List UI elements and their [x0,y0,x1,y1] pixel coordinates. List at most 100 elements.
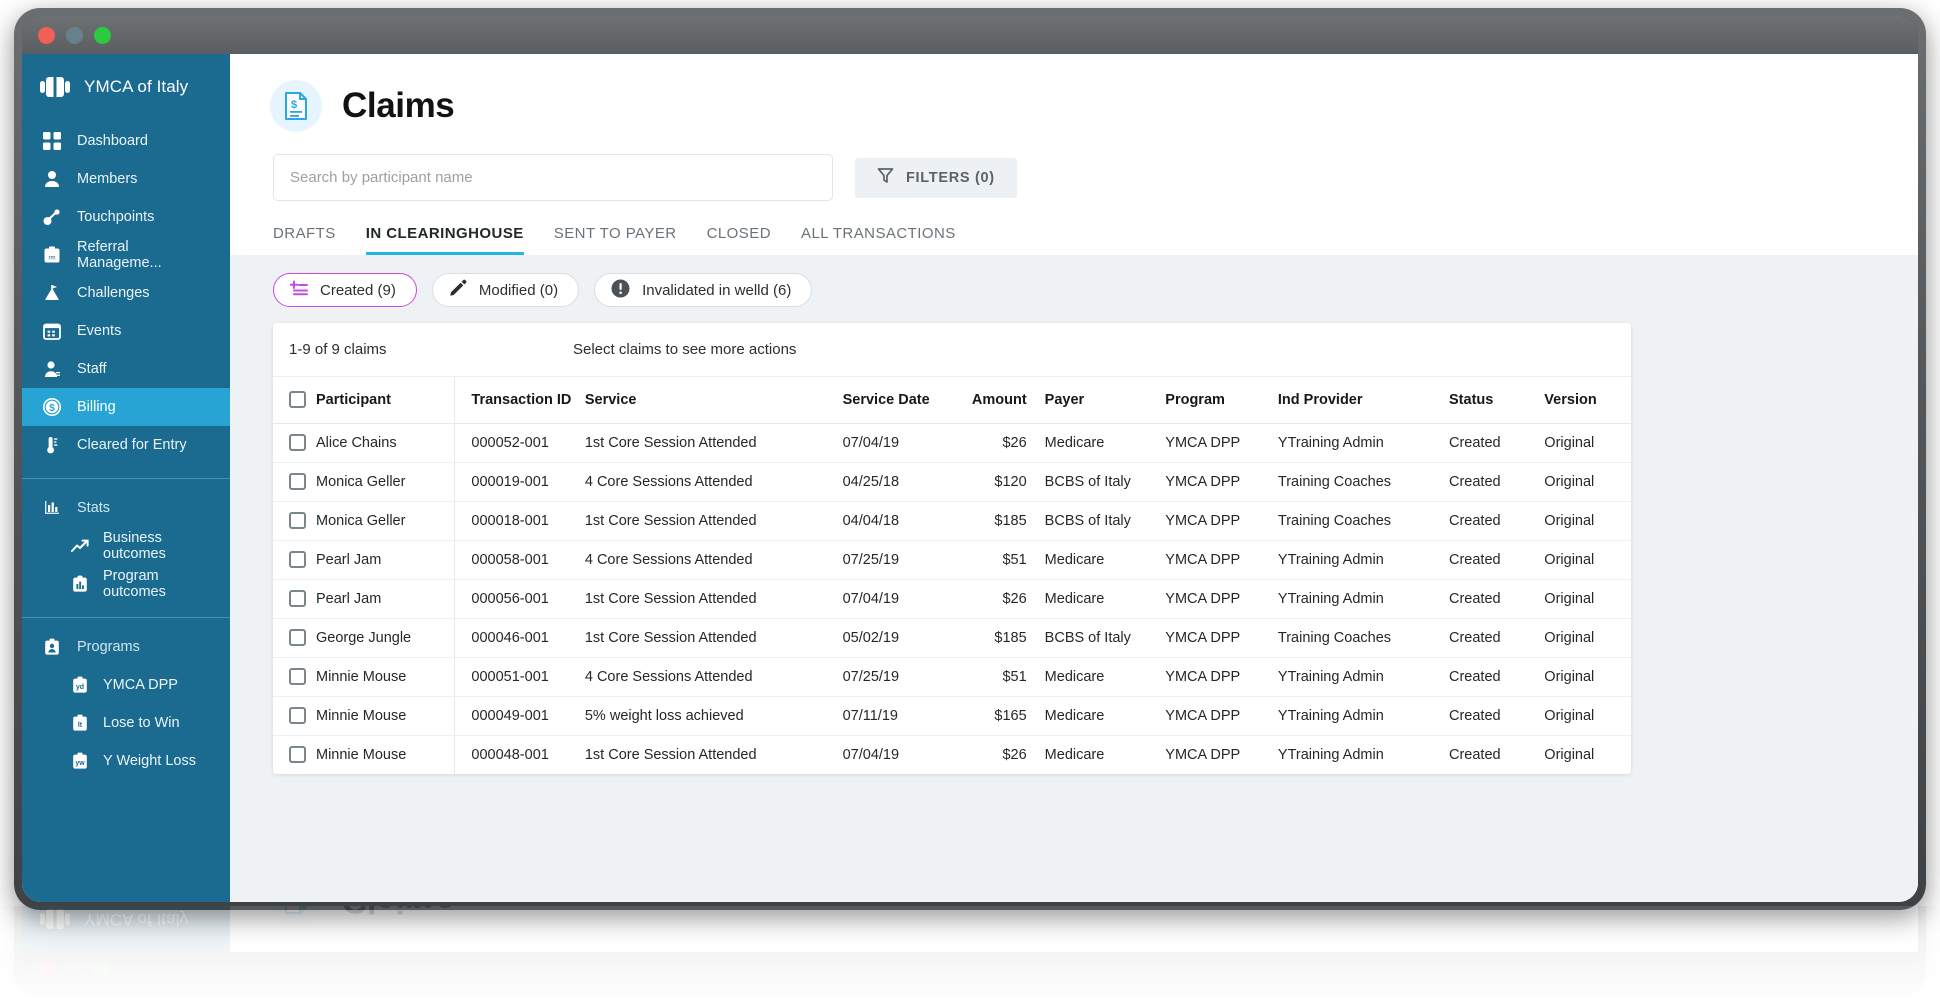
clipboard-rm-icon: rm [42,245,62,265]
column-payer[interactable]: Payer [1026,377,1166,424]
sidebar-item-programs[interactable]: Programs [22,628,230,666]
zoom-window-button[interactable] [94,26,111,44]
sidebar-brand[interactable]: YMCA of Italy [22,54,230,122]
cell-version: Original [1544,540,1631,580]
row-select-checkbox[interactable] [289,434,306,451]
sidebar-item-staff[interactable]: Staff [22,350,230,388]
window-reflection: YMCA of Italy Dashboard [0,906,1940,1006]
chip-label: Invalidated in welld (6) [642,281,792,299]
cell-ind-provider: YTraining Admin [1277,423,1449,463]
table-row[interactable]: Minnie Mouse 000049-001 5% weight loss ach… [273,696,1631,736]
filters-button[interactable]: FILTERS (0) [855,157,1017,198]
sidebar-item-cleared-for-entry[interactable]: Cleared for Entry [22,426,230,464]
app-viewport: YMCA of Italy Dashboard [22,54,1918,902]
claims-table-toolbar: 1-9 of 9 claims Select claims to see mor… [273,323,1631,377]
table-row[interactable]: Alice Chains 000052-001 1st Core Session A… [273,423,1631,463]
claims-table: Participant Transaction ID Service Servi… [273,377,1631,774]
column-transaction-id[interactable]: Transaction ID [454,377,585,424]
column-service-date[interactable]: Service Date [842,377,954,424]
sidebar-item-touchpoints[interactable]: Touchpoints [22,198,230,236]
sidebar-item-members[interactable]: Members [22,160,230,198]
tab-closed[interactable]: CLOSED [707,225,771,255]
cell-payer: Medicare [1026,540,1166,580]
sidebar-item-label: Challenges [77,285,150,301]
table-row[interactable]: Pearl Jam 000056-001 1st Core Session Atte… [273,579,1631,619]
row-select-checkbox[interactable] [289,551,306,568]
tab-all-transactions[interactable]: ALL TRANSACTIONS [801,225,956,255]
cell-version: Original [1544,501,1631,541]
status-chip-group: Created (9) Modified (0) Invalidated in … [230,255,1918,307]
search-row: FILTERS (0) [230,132,1918,201]
cell-version: Original [1544,657,1631,697]
column-program[interactable]: Program [1165,377,1278,424]
sidebar-item-billing[interactable]: $ Billing [22,388,230,426]
participant-name: Alice Chains [316,434,397,451]
sidebar-item-label: Y Weight Loss [103,753,196,769]
cell-service: 5% weight loss achieved [584,696,843,736]
sidebar-item-stats[interactable]: Stats [22,489,230,527]
row-select-checkbox[interactable] [289,668,306,685]
close-window-button[interactable] [38,26,55,44]
cell-amount: $26 [953,579,1027,619]
column-ind-provider[interactable]: Ind Provider [1277,377,1449,424]
row-select-checkbox[interactable] [289,629,306,646]
row-select-checkbox[interactable] [289,746,306,764]
participant-name: Monica Geller [316,512,406,529]
minimize-window-button [66,962,83,980]
tab-sent-to-payer[interactable]: SENT TO PAYER [554,225,677,255]
page-header: $ Claims [230,54,1918,255]
column-amount[interactable]: Amount [953,377,1027,424]
chip-created[interactable]: Created (9) [273,273,417,307]
cell-service-date: 07/04/19 [842,579,954,619]
cell-status: Created [1449,423,1545,463]
cell-status: Created [1449,618,1545,658]
page-title: Claims [342,906,454,920]
table-row[interactable]: Monica Geller 000019-001 4 Core Sessions A… [273,462,1631,502]
sidebar-item-dashboard[interactable]: Dashboard [22,122,230,160]
sidebar-item-challenges[interactable]: Challenges [22,274,230,312]
column-version[interactable]: Version [1544,377,1631,424]
sidebar-item-business-outcomes[interactable]: Business outcomes [22,527,230,565]
cell-program: YMCA DPP [1165,462,1278,502]
sidebar-item-events[interactable]: Events [22,312,230,350]
table-row[interactable]: Monica Geller 000018-001 1st Core Session … [273,501,1631,541]
row-select-checkbox[interactable] [289,512,306,529]
ymca-logo-icon [40,76,70,98]
sidebar-item-label: Touchpoints [77,209,155,225]
funnel-icon [877,167,894,188]
table-row[interactable]: Pearl Jam 000058-001 4 Core Sessions Atten… [273,540,1631,580]
column-service[interactable]: Service [584,377,843,424]
window-reflection-copy: YMCA of Italy Dashboard [0,906,1940,1006]
page-title-row: $ Claims [230,80,1918,132]
sidebar-brand-label: YMCA of Italy [84,77,189,96]
sidebar-item-referral-management[interactable]: rm Referral Manageme... [22,236,230,274]
window-titlebar [22,16,1918,54]
select-all-checkbox[interactable] [289,391,306,409]
tab-in-clearinghouse[interactable]: IN CLEARINGHOUSE [365,225,524,255]
cell-ind-provider: YTraining Admin [1277,657,1449,697]
cell-program: YMCA DPP [1165,540,1278,580]
page-title-row: $ Claims [230,906,1918,926]
row-select-checkbox[interactable] [289,590,306,607]
tab-drafts[interactable]: DRAFTS [273,225,336,255]
minimize-window-button[interactable] [66,26,83,44]
table-row[interactable]: Minnie Mouse 000048-001 1st Core Session A… [273,735,1631,774]
table-row[interactable]: George Jungle 000046-001 1st Core Session … [273,618,1631,658]
table-row[interactable]: Minnie Mouse 000051-001 4 Core Sessions At… [273,657,1631,697]
sidebar-item-lose-to-win[interactable]: lt Lose to Win [22,704,230,742]
add-lines-icon [289,280,308,300]
cell-participant: Minnie Mouse [273,696,456,736]
cell-transaction-id: 000046-001 [454,618,585,658]
sidebar-item-ymca-dpp[interactable]: yd YMCA DPP [22,666,230,704]
row-select-checkbox[interactable] [289,707,306,724]
chip-invalidated-in-welld[interactable]: Invalidated in welld (6) [594,273,813,307]
main-content: $ Claims [230,54,1918,902]
sidebar-item-program-outcomes[interactable]: Program outcomes [22,565,230,603]
search-input[interactable] [273,154,833,201]
chip-modified[interactable]: Modified (0) [431,273,580,307]
svg-text:$: $ [291,906,297,907]
column-status[interactable]: Status [1449,377,1545,424]
row-select-checkbox[interactable] [289,473,306,490]
clipboard-yw-icon: yw [70,751,90,771]
sidebar-item-y-weight-loss[interactable]: yw Y Weight Loss [22,742,230,780]
